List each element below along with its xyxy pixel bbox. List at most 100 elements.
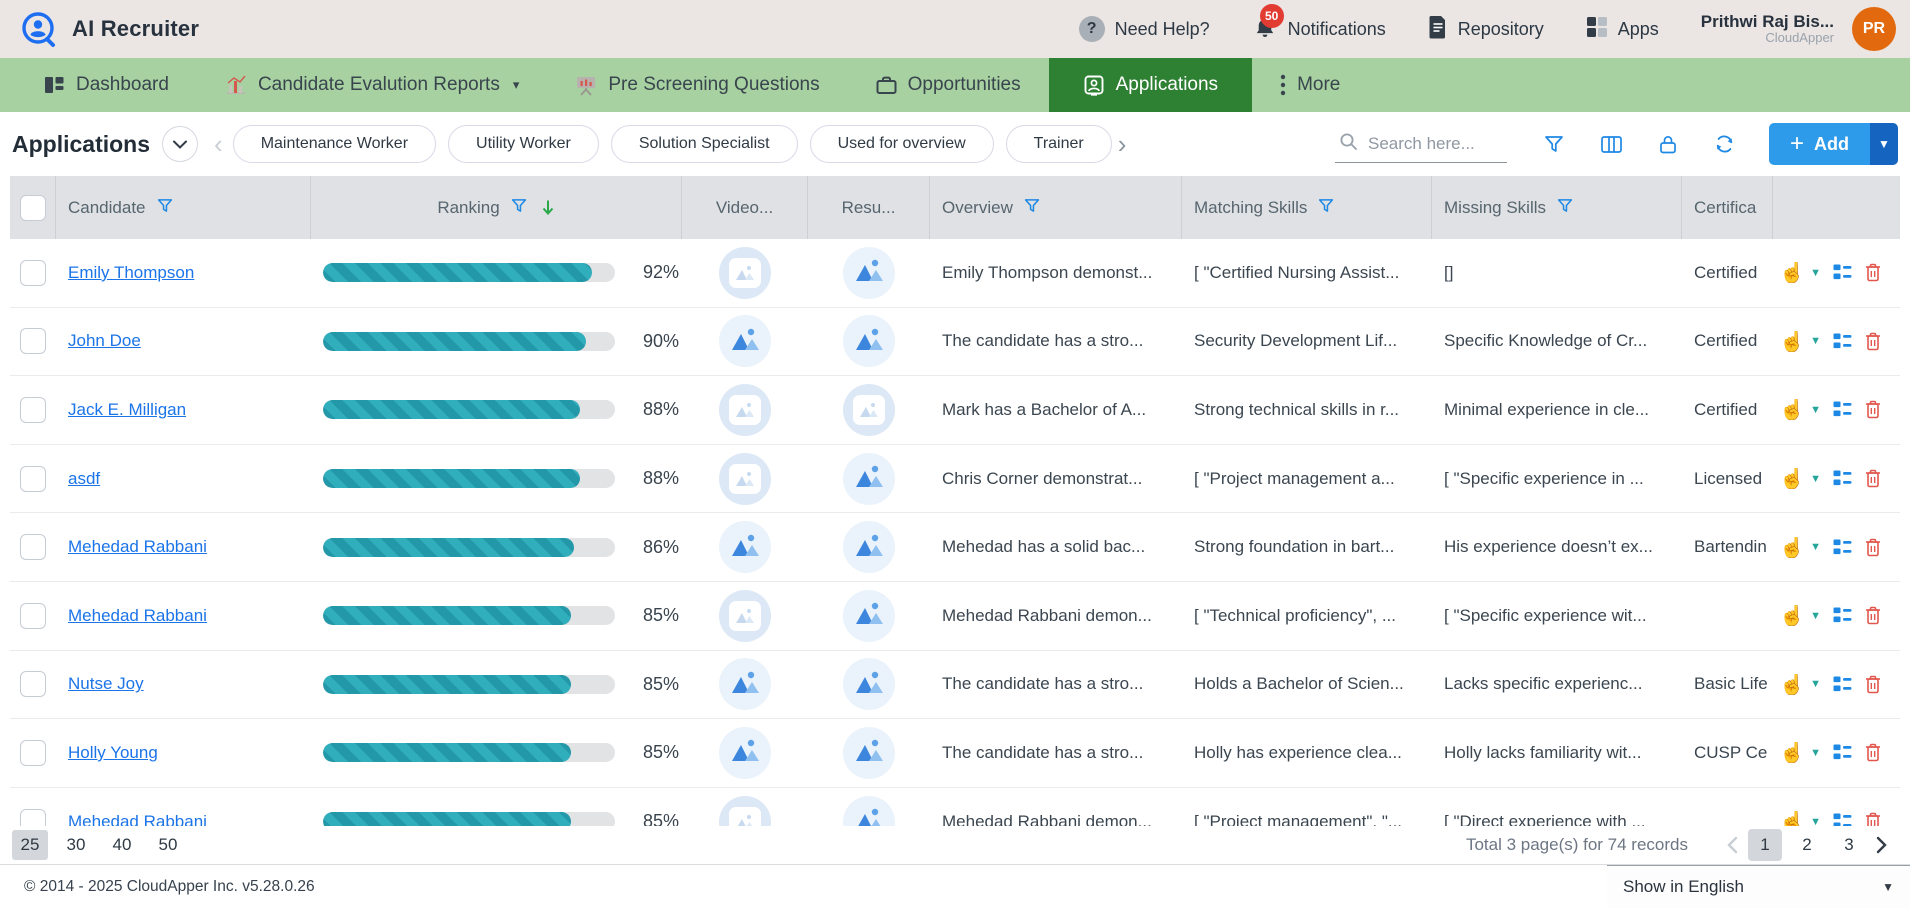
- chips-scroll-left-icon[interactable]: ‹: [214, 129, 223, 160]
- filter-chip[interactable]: Maintenance Worker: [233, 125, 436, 163]
- tab-dashboard[interactable]: Dashboard: [16, 58, 197, 112]
- hand-pointer-icon[interactable]: ☝: [1779, 399, 1805, 420]
- hand-pointer-icon[interactable]: ☝: [1779, 742, 1805, 763]
- page-number[interactable]: 2: [1790, 829, 1824, 861]
- video-thumbnail[interactable]: [719, 247, 771, 299]
- row-checkbox[interactable]: [20, 740, 46, 766]
- column-header-ranking[interactable]: Ranking: [311, 176, 682, 239]
- row-checkbox[interactable]: [20, 671, 46, 697]
- row-checkbox[interactable]: [20, 534, 46, 560]
- workflow-list-icon[interactable]: [1833, 744, 1852, 761]
- column-header-candidate[interactable]: Candidate: [56, 176, 311, 239]
- trash-icon[interactable]: [1865, 743, 1881, 762]
- workflow-list-icon[interactable]: [1833, 607, 1852, 624]
- candidate-link[interactable]: Mehedad Rabbani: [68, 606, 207, 626]
- candidate-link[interactable]: John Doe: [68, 331, 141, 351]
- page-size-option[interactable]: 30: [58, 830, 94, 860]
- workflow-list-icon[interactable]: [1833, 676, 1852, 693]
- candidate-link[interactable]: Nutse Joy: [68, 674, 144, 694]
- action-dropdown-caret[interactable]: ▼: [1810, 267, 1821, 279]
- resume-thumbnail[interactable]: [843, 796, 895, 826]
- page-size-option[interactable]: 50: [150, 830, 186, 860]
- refresh-icon[interactable]: [1714, 134, 1735, 154]
- action-dropdown-caret[interactable]: ▼: [1810, 610, 1821, 622]
- resume-thumbnail[interactable]: [843, 658, 895, 710]
- video-thumbnail[interactable]: [719, 384, 771, 436]
- candidate-link[interactable]: Emily Thompson: [68, 263, 194, 283]
- next-page-icon[interactable]: [1876, 836, 1888, 854]
- add-dropdown-caret[interactable]: ▼: [1870, 123, 1898, 165]
- tab-applications[interactable]: Applications: [1049, 58, 1252, 112]
- workflow-list-icon[interactable]: [1833, 539, 1852, 556]
- hand-pointer-icon[interactable]: ☝: [1779, 811, 1805, 826]
- workflow-list-icon[interactable]: [1833, 264, 1852, 281]
- avatar[interactable]: PR: [1852, 7, 1896, 51]
- sort-descending-icon[interactable]: [541, 199, 555, 216]
- trash-icon[interactable]: [1865, 675, 1881, 694]
- hand-pointer-icon[interactable]: ☝: [1779, 537, 1805, 558]
- hand-pointer-icon[interactable]: ☝: [1779, 468, 1805, 489]
- filter-funnel-icon[interactable]: [1318, 198, 1334, 218]
- hand-pointer-icon[interactable]: ☝: [1779, 331, 1805, 352]
- add-button[interactable]: +Add ▼: [1769, 123, 1898, 165]
- column-header-certification[interactable]: Certifica: [1682, 176, 1773, 239]
- filter-chip[interactable]: Utility Worker: [448, 125, 599, 163]
- lock-icon[interactable]: [1659, 134, 1677, 154]
- trash-icon[interactable]: [1865, 538, 1881, 557]
- action-dropdown-caret[interactable]: ▼: [1810, 541, 1821, 553]
- notifications-button[interactable]: 50 Notifications: [1252, 16, 1386, 42]
- column-header-missing-skills[interactable]: Missing Skills: [1432, 176, 1682, 239]
- filter-chip[interactable]: Trainer: [1006, 125, 1112, 163]
- apps-button[interactable]: Apps: [1586, 16, 1659, 43]
- chips-scroll-right-icon[interactable]: ›: [1118, 129, 1127, 160]
- row-checkbox[interactable]: [20, 466, 46, 492]
- candidate-link[interactable]: Mehedad Rabbani: [68, 812, 207, 826]
- resume-thumbnail[interactable]: [843, 247, 895, 299]
- trash-icon[interactable]: [1865, 606, 1881, 625]
- action-dropdown-caret[interactable]: ▼: [1810, 335, 1821, 347]
- tab-candidate-evalution-reports[interactable]: Candidate Evalution Reports ▾: [197, 58, 547, 112]
- search-input[interactable]: [1368, 134, 1498, 154]
- action-dropdown-caret[interactable]: ▼: [1810, 473, 1821, 485]
- prev-page-icon[interactable]: [1726, 836, 1738, 854]
- trash-icon[interactable]: [1865, 400, 1881, 419]
- video-thumbnail[interactable]: [719, 453, 771, 505]
- repository-button[interactable]: Repository: [1428, 15, 1544, 44]
- video-thumbnail[interactable]: [719, 658, 771, 710]
- video-thumbnail[interactable]: [719, 727, 771, 779]
- tab-opportunities[interactable]: Opportunities: [848, 58, 1049, 112]
- language-select[interactable]: Show in English ▼: [1607, 865, 1910, 908]
- workflow-list-icon[interactable]: [1833, 333, 1852, 350]
- filter-funnel-icon[interactable]: [1024, 198, 1040, 218]
- tab-pre-screening-questions[interactable]: Pre Screening Questions: [547, 58, 847, 112]
- page-number[interactable]: 3: [1832, 829, 1866, 861]
- candidate-link[interactable]: Mehedad Rabbani: [68, 537, 207, 557]
- columns-icon[interactable]: [1601, 136, 1622, 153]
- column-header-resume[interactable]: Resu...: [808, 176, 930, 239]
- filter-funnel-icon[interactable]: [157, 198, 173, 218]
- candidate-link[interactable]: Jack E. Milligan: [68, 400, 186, 420]
- resume-thumbnail[interactable]: [843, 453, 895, 505]
- workflow-list-icon[interactable]: [1833, 470, 1852, 487]
- hand-pointer-icon[interactable]: ☝: [1779, 605, 1805, 626]
- workflow-list-icon[interactable]: [1833, 813, 1852, 826]
- candidate-link[interactable]: asdf: [68, 469, 100, 489]
- trash-icon[interactable]: [1865, 812, 1881, 826]
- select-all-checkbox[interactable]: [20, 195, 46, 221]
- action-dropdown-caret[interactable]: ▼: [1810, 678, 1821, 690]
- hand-pointer-icon[interactable]: ☝: [1779, 674, 1805, 695]
- video-thumbnail[interactable]: [719, 590, 771, 642]
- resume-thumbnail[interactable]: [843, 521, 895, 573]
- resume-thumbnail[interactable]: [843, 727, 895, 779]
- trash-icon[interactable]: [1865, 469, 1881, 488]
- need-help-button[interactable]: ? Need Help?: [1079, 16, 1210, 42]
- filter-funnel-icon[interactable]: [1544, 135, 1564, 153]
- page-size-option[interactable]: 40: [104, 830, 140, 860]
- workflow-list-icon[interactable]: [1833, 401, 1852, 418]
- video-thumbnail[interactable]: [719, 521, 771, 573]
- view-switcher-button[interactable]: [162, 126, 198, 162]
- column-header-matching-skills[interactable]: Matching Skills: [1182, 176, 1432, 239]
- tab-more[interactable]: More: [1252, 58, 1368, 112]
- filter-chip[interactable]: Used for overview: [810, 125, 994, 163]
- resume-thumbnail[interactable]: [843, 384, 895, 436]
